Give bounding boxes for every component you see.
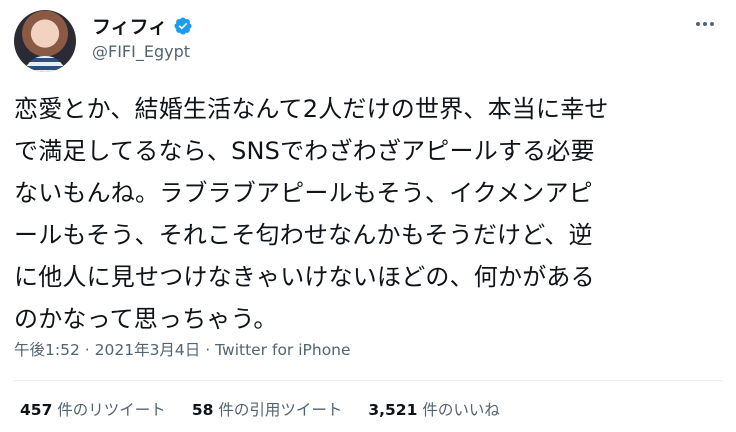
tweet-meta: 午後1:52 · 2021年3月4日 · Twitter for iPhone	[14, 338, 351, 360]
avatar[interactable]	[14, 10, 76, 72]
tweet-source-link[interactable]: Twitter for iPhone	[215, 341, 350, 359]
verified-badge-icon	[173, 16, 193, 36]
likes-stat[interactable]: 3,521 件のいいね	[368, 398, 499, 420]
quotes-label: 件の引用ツイート	[218, 401, 343, 419]
meta-separator: ·	[205, 341, 211, 359]
more-options-icon[interactable]	[690, 12, 720, 36]
avatar-shirt	[24, 56, 66, 72]
quotes-stat[interactable]: 58 件の引用ツイート	[192, 398, 343, 420]
retweets-label: 件のリツイート	[57, 401, 166, 419]
tweet-timestamp[interactable]: 午後1:52 · 2021年3月4日	[14, 341, 200, 359]
retweets-stat[interactable]: 457 件のリツイート	[20, 398, 166, 420]
likes-count: 3,521	[368, 401, 418, 419]
quotes-count: 58	[191, 401, 214, 419]
tweet-stats: 457 件のリツイート 58 件の引用ツイート 3,521 件のいいね	[20, 398, 500, 420]
author-display-name[interactable]: フィフィ	[92, 12, 167, 39]
author-name-row[interactable]: フィフィ	[92, 12, 193, 39]
meta-separator: ·	[84, 341, 90, 359]
author-handle[interactable]: @FIFI_Egypt	[92, 42, 190, 61]
divider	[14, 380, 722, 381]
likes-label: 件のいいね	[422, 401, 500, 419]
retweets-count: 457	[20, 401, 53, 419]
tweet-date: 2021年3月4日	[94, 341, 201, 359]
tweet-text: 恋愛とか、結婚生活なんて2人だけの世界、本当に幸せ で満足してるなら、SNSでわ…	[14, 95, 609, 333]
tweet-card: フィフィ @FIFI_Egypt 恋愛とか、結婚生活なんて2人だけの世界、本当に…	[0, 0, 736, 432]
tweet-time: 午後1:52	[14, 341, 80, 359]
